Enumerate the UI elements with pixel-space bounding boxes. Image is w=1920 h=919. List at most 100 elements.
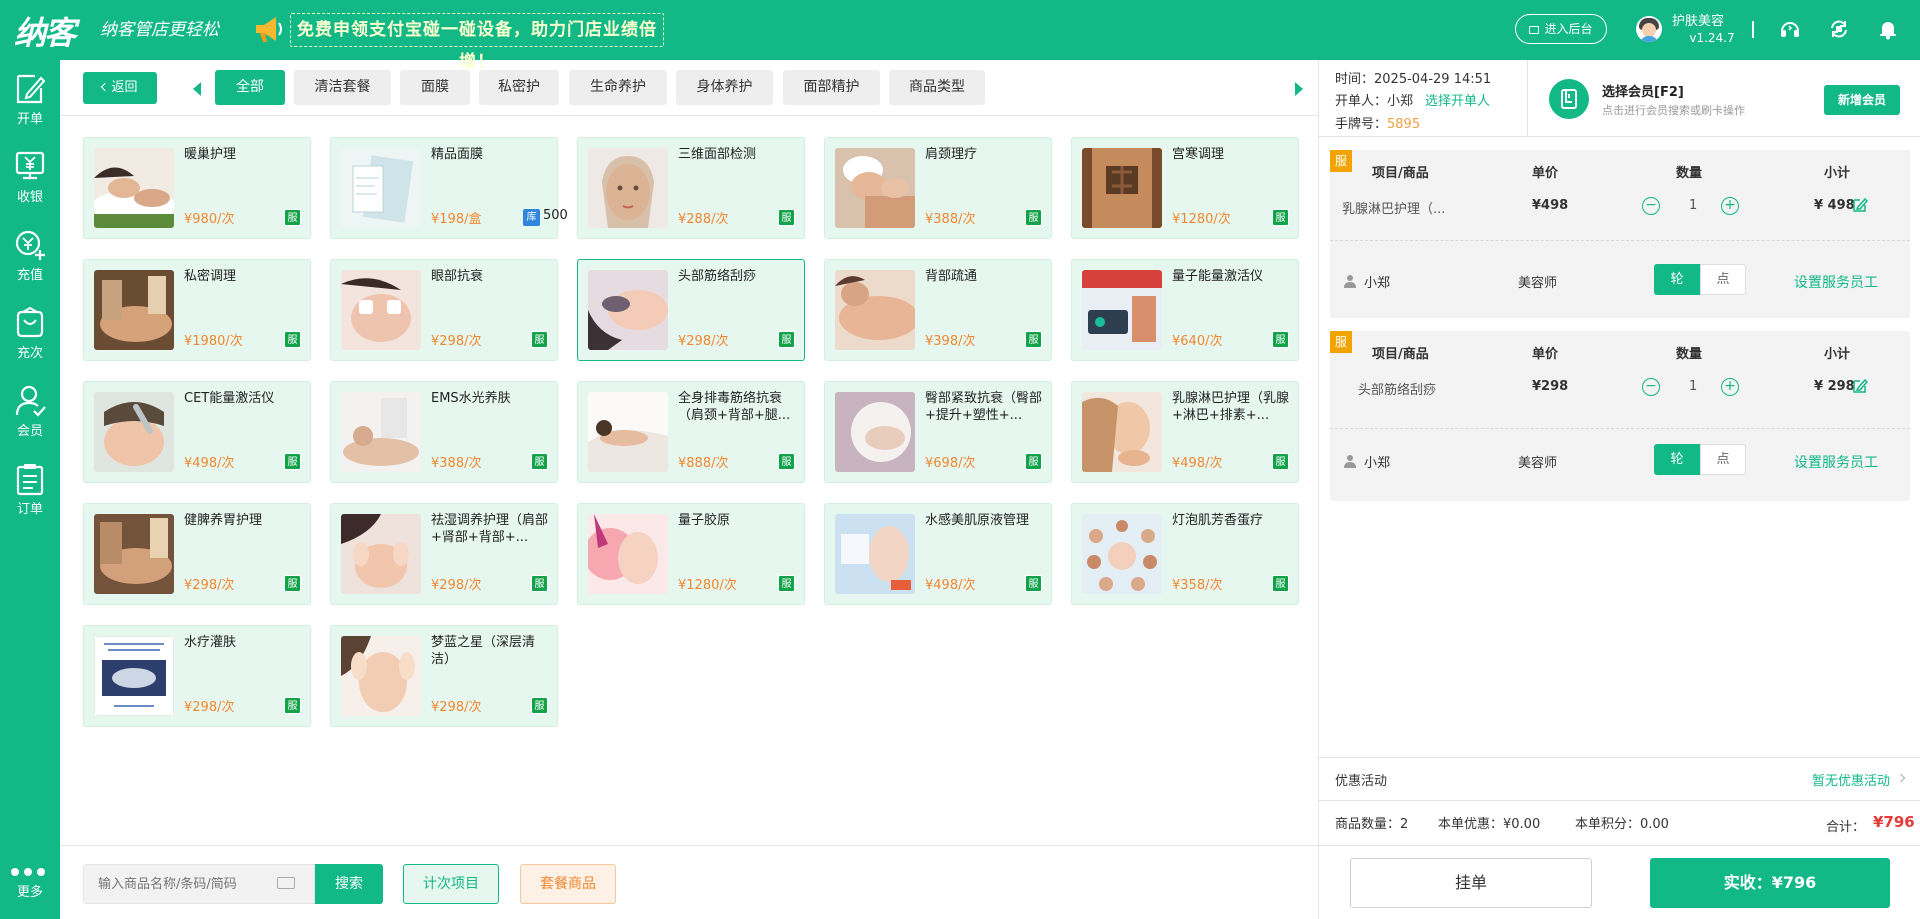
select-member-title[interactable]: 选择会员[F2] xyxy=(1602,81,1684,100)
product-card[interactable]: 水感美肌原液管理 ¥498/次 服 xyxy=(824,503,1052,605)
product-card[interactable]: 精品面膜 ¥198/盒 库 500 xyxy=(330,137,568,239)
headset-icon[interactable] xyxy=(1779,18,1801,40)
scroll-left-icon[interactable] xyxy=(193,82,201,96)
decrease-qty-button[interactable]: − xyxy=(1642,378,1660,396)
product-card[interactable]: 乳腺淋巴护理（乳腺+淋巴+排素+... ¥498/次 服 xyxy=(1071,381,1299,483)
product-name: 量子胶原 xyxy=(678,513,731,528)
product-image xyxy=(835,270,915,350)
nav-item-recharge-count[interactable]: 充次 xyxy=(0,300,60,366)
product-price: ¥298/次 xyxy=(431,578,482,593)
line-qty[interactable]: 1 xyxy=(1689,379,1697,394)
nav-item-member[interactable]: 会员 xyxy=(0,378,60,444)
product-name: 三维面部检测 xyxy=(678,147,757,162)
set-staff-link[interactable]: 设置服务员工 xyxy=(1794,272,1878,292)
product-card[interactable]: 头部筋络刮痧 ¥298/次 服 xyxy=(577,259,805,361)
product-card[interactable]: 背部疏通 ¥398/次 服 xyxy=(824,259,1052,361)
pay-button[interactable]: 实收：¥796 xyxy=(1650,858,1890,908)
avatar[interactable] xyxy=(1636,16,1662,42)
rotation-toggle[interactable]: 轮 xyxy=(1654,444,1700,475)
product-image xyxy=(94,392,174,472)
refresh-icon[interactable] xyxy=(1828,18,1850,40)
product-card[interactable]: 祛湿调养护理（肩部+肾部+背部+... ¥298/次 服 xyxy=(330,503,558,605)
back-button[interactable]: 返回 xyxy=(83,72,157,104)
tab-body-care[interactable]: 身体养护 xyxy=(676,70,773,105)
divider xyxy=(1319,800,1920,801)
service-badge: 服 xyxy=(284,453,301,470)
decrease-qty-button[interactable]: − xyxy=(1642,197,1660,215)
product-card[interactable]: 宫寒调理 ¥1280/次 服 xyxy=(1071,137,1299,239)
product-card[interactable]: EMS水光养肤 ¥388/次 服 xyxy=(330,381,558,483)
total-amount: ¥796 xyxy=(1873,813,1915,831)
select-operator-link[interactable]: 选择开单人 xyxy=(1425,94,1490,109)
nav-item-recharge[interactable]: 充值 xyxy=(0,222,60,288)
promo-link[interactable]: 暂无优惠活动 xyxy=(1812,770,1890,789)
product-card[interactable]: 梦蓝之星（深层清洁） ¥298/次 服 xyxy=(330,625,558,727)
set-staff-link[interactable]: 设置服务员工 xyxy=(1794,452,1878,472)
product-card[interactable]: 量子胶原 ¥1280/次 服 xyxy=(577,503,805,605)
scroll-right-icon[interactable] xyxy=(1295,82,1303,96)
package-items-button[interactable]: 套餐商品 xyxy=(520,864,616,904)
enter-backend-button[interactable]: 进入后台 xyxy=(1515,14,1607,44)
product-card[interactable]: 三维面部检测 ¥288/次 服 xyxy=(577,137,805,239)
product-card[interactable]: 全身排毒筋络抗衰（肩颈+背部+腿... ¥888/次 服 xyxy=(577,381,805,483)
order-plate: 手牌号：5895 xyxy=(1335,117,1421,132)
store-name[interactable]: 护肤美容 xyxy=(1672,10,1762,29)
keyboard-icon[interactable] xyxy=(277,877,295,889)
new-member-button[interactable]: 新增会员 xyxy=(1824,85,1900,115)
search-button[interactable]: 搜索 xyxy=(315,864,383,904)
product-price: ¥298/次 xyxy=(431,700,482,715)
increase-qty-button[interactable]: + xyxy=(1721,197,1739,215)
product-price: ¥980/次 xyxy=(184,212,235,227)
chevron-right-icon[interactable] xyxy=(1896,773,1906,783)
promo-banner[interactable]: 免费申领支付宝碰一碰设备，助力门店业绩倍增！ xyxy=(290,13,664,72)
count-items-button[interactable]: 计次项目 xyxy=(403,864,499,904)
product-card[interactable]: 臀部紧致抗衰（臀部+提升+塑性+... ¥698/次 服 xyxy=(824,381,1052,483)
product-card[interactable]: 肩颈理疗 ¥388/次 服 xyxy=(824,137,1052,239)
nav-item-open-order[interactable]: 开单 xyxy=(0,66,60,132)
edit-icon[interactable] xyxy=(1852,197,1868,213)
appoint-toggle[interactable]: 点 xyxy=(1700,264,1746,295)
order-line: 服 项目/商品 单价 数量 小计 乳腺淋巴护理（... ¥498 − 1 + ¥… xyxy=(1330,150,1910,318)
order-list-icon xyxy=(16,464,44,496)
product-card[interactable]: 灯泡肌芳香蛋疗 ¥358/次 服 xyxy=(1071,503,1299,605)
product-name: 量子能量激活仪 xyxy=(1172,269,1264,284)
nav-item-more[interactable]: 更多 xyxy=(0,881,60,900)
product-card[interactable]: 私密调理 ¥1980/次 服 xyxy=(83,259,311,361)
tab-life-care[interactable]: 生命养护 xyxy=(569,70,667,105)
edit-icon[interactable] xyxy=(1852,378,1868,394)
product-card[interactable]: 眼部抗衰 ¥298/次 服 xyxy=(330,259,558,361)
product-price: ¥298/次 xyxy=(184,578,235,593)
product-card[interactable]: 暖巢护理 ¥980/次 服 xyxy=(83,137,311,239)
rotation-toggle[interactable]: 轮 xyxy=(1654,264,1700,295)
product-image xyxy=(94,270,174,350)
promo-label: 优惠活动 xyxy=(1335,774,1388,789)
service-badge: 服 xyxy=(1025,453,1042,470)
person-icon xyxy=(1344,455,1356,468)
product-card[interactable]: CET能量激活仪 ¥498/次 服 xyxy=(83,381,311,483)
line-qty[interactable]: 1 xyxy=(1689,198,1697,213)
nav-item-cashier[interactable]: 收银 xyxy=(0,144,60,210)
product-card[interactable]: 水疗灌肤 ¥298/次 服 xyxy=(83,625,311,727)
tab-private-care[interactable]: 私密护 xyxy=(479,70,559,105)
nav-item-orders[interactable]: 订单 xyxy=(0,456,60,522)
increase-qty-button[interactable]: + xyxy=(1721,378,1739,396)
order-points: 本单积分：0.00 xyxy=(1575,817,1669,832)
product-price: ¥288/次 xyxy=(678,212,729,227)
product-card[interactable]: 量子能量激活仪 ¥640/次 服 xyxy=(1071,259,1299,361)
product-card[interactable]: 健脾养胃护理 ¥298/次 服 xyxy=(83,503,311,605)
tab-mask[interactable]: 面膜 xyxy=(400,70,470,105)
appoint-toggle[interactable]: 点 xyxy=(1700,444,1746,475)
more-icon[interactable] xyxy=(11,865,51,876)
tab-face-care[interactable]: 面部精护 xyxy=(783,70,880,105)
member-select-icon[interactable] xyxy=(1549,79,1589,119)
bell-icon[interactable] xyxy=(1877,18,1899,40)
tab-cleaning-package[interactable]: 清洁套餐 xyxy=(294,70,391,105)
tab-all[interactable]: 全部 xyxy=(215,70,285,105)
stock-badge: 库 xyxy=(523,209,540,226)
divider xyxy=(1319,757,1920,758)
product-name: CET能量激活仪 xyxy=(184,391,275,406)
product-image xyxy=(588,392,668,472)
column-qty: 数量 xyxy=(1676,347,1703,362)
tab-product-type[interactable]: 商品类型 xyxy=(889,70,985,105)
hold-order-button[interactable]: 挂单 xyxy=(1350,858,1592,908)
